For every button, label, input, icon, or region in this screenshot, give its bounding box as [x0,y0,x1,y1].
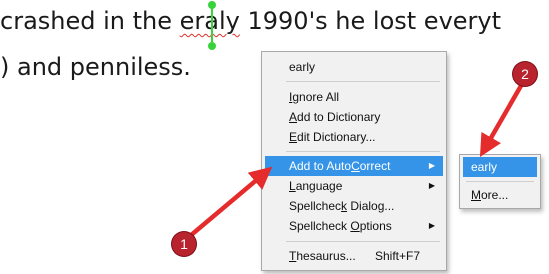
annotation-arrow-2 [479,81,525,158]
annotation-arrow-1 [187,166,273,239]
annotation-badge-1: 1 [172,232,196,256]
annotation-arrows [187,81,525,239]
annotation-badge-2: 2 [513,62,537,86]
